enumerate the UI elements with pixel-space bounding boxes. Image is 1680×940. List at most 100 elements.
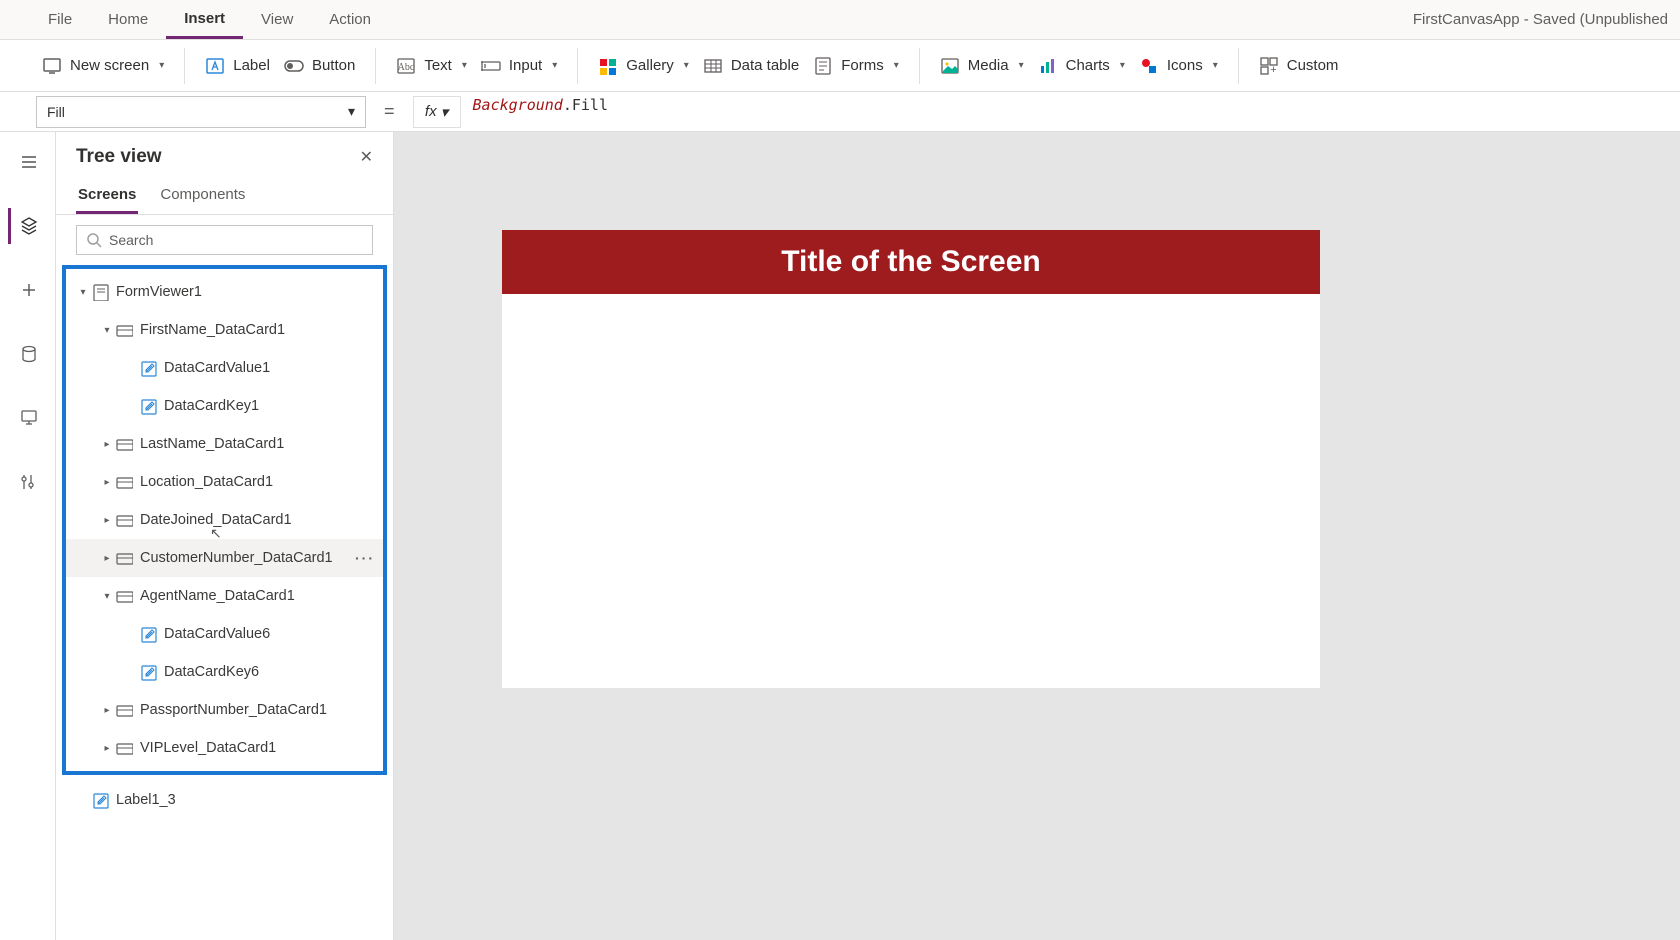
close-icon[interactable]: ✕ xyxy=(360,147,373,167)
fx-label: fx xyxy=(425,103,437,120)
label-button[interactable]: Label xyxy=(205,56,270,76)
rail-tree-view[interactable] xyxy=(8,208,48,244)
tab-components[interactable]: Components xyxy=(158,180,247,214)
tree-body: ▾ FormViewer1 ▾ FirstName_DataCard1 Data… xyxy=(56,265,393,940)
rail-data[interactable] xyxy=(8,336,48,372)
node-label: Location_DataCard1 xyxy=(140,474,273,490)
caret-right-icon: ▸ xyxy=(100,553,114,564)
data-table-icon xyxy=(703,56,723,76)
menu-view[interactable]: View xyxy=(243,0,311,39)
button-text: Button xyxy=(312,57,355,74)
chevron-down-icon: ▾ xyxy=(684,60,689,71)
caret-down-icon: ▾ xyxy=(100,591,114,602)
tree-node-vip-datacard[interactable]: ▸ VIPLevel_DataCard1 xyxy=(66,729,383,767)
tree-node-lastname-datacard[interactable]: ▸ LastName_DataCard1 xyxy=(66,425,383,463)
tree-view-panel: Tree view ✕ Screens Components Search ▾ … xyxy=(56,132,394,940)
menu-insert[interactable]: Insert xyxy=(166,0,243,39)
caret-right-icon: ▸ xyxy=(100,743,114,754)
screen-title-bar[interactable]: Title of the Screen xyxy=(502,230,1320,294)
card-icon xyxy=(114,701,134,719)
tree-node-label1-3[interactable]: Label1_3 xyxy=(58,781,391,819)
input-label: Input xyxy=(509,57,542,74)
forms-button[interactable]: Forms ▾ xyxy=(813,56,899,76)
card-icon xyxy=(114,511,134,529)
tree-node-agentname-datacard[interactable]: ▾ AgentName_DataCard1 xyxy=(66,577,383,615)
chevron-down-icon: ▾ xyxy=(552,60,557,71)
menu-file[interactable]: File xyxy=(30,0,90,39)
form-icon xyxy=(90,283,110,301)
card-icon xyxy=(114,435,134,453)
text-button[interactable]: Text ▾ xyxy=(396,56,467,76)
rail-hamburger[interactable] xyxy=(8,144,48,180)
icons-button[interactable]: Icons ▾ xyxy=(1139,56,1218,76)
edit-icon xyxy=(90,791,110,809)
left-rail xyxy=(0,132,56,940)
tree-node-formviewer1[interactable]: ▾ FormViewer1 xyxy=(66,273,383,311)
tree-node-datacardkey1[interactable]: DataCardKey1 xyxy=(66,387,383,425)
media-button[interactable]: Media ▾ xyxy=(940,56,1024,76)
chevron-down-icon: ▾ xyxy=(159,60,164,71)
tree-node-customernumber-datacard[interactable]: ▸ CustomerNumber_DataCard1 ··· xyxy=(66,539,383,577)
tab-screens[interactable]: Screens xyxy=(76,180,138,214)
caret-right-icon: ▸ xyxy=(100,477,114,488)
tree-node-firstname-datacard[interactable]: ▾ FirstName_DataCard1 xyxy=(66,311,383,349)
node-label: AgentName_DataCard1 xyxy=(140,588,295,604)
tree-node-passport-datacard[interactable]: ▸ PassportNumber_DataCard1 xyxy=(66,691,383,729)
edit-icon xyxy=(138,397,158,415)
search-input[interactable]: Search xyxy=(76,225,373,255)
property-select[interactable]: Fill ▾ xyxy=(36,96,366,128)
edit-icon xyxy=(138,663,158,681)
node-label: DataCardKey1 xyxy=(164,398,259,414)
gallery-icon xyxy=(598,56,618,76)
equals-sign: = xyxy=(366,101,413,122)
highlight-annotation: ▾ FormViewer1 ▾ FirstName_DataCard1 Data… xyxy=(62,265,387,775)
tree-node-datacardkey6[interactable]: DataCardKey6 xyxy=(66,653,383,691)
rail-insert[interactable] xyxy=(8,272,48,308)
property-value: Fill xyxy=(47,104,65,120)
charts-button[interactable]: Charts ▾ xyxy=(1038,56,1125,76)
formula-input[interactable]: Background.Fill xyxy=(461,96,1680,128)
node-label: FormViewer1 xyxy=(116,284,202,300)
custom-button[interactable]: Custom xyxy=(1259,56,1339,76)
forms-label: Forms xyxy=(841,57,884,74)
gallery-button[interactable]: Gallery ▾ xyxy=(598,56,689,76)
node-label: DataCardKey6 xyxy=(164,664,259,680)
caret-right-icon: ▸ xyxy=(100,515,114,526)
input-button[interactable]: Input ▾ xyxy=(481,56,557,76)
rail-media[interactable] xyxy=(8,400,48,436)
charts-icon xyxy=(1038,56,1058,76)
caret-down-icon: ▾ xyxy=(76,287,90,298)
tree-title: Tree view xyxy=(76,146,162,168)
forms-icon xyxy=(813,56,833,76)
custom-icon xyxy=(1259,56,1279,76)
button-button[interactable]: Button xyxy=(284,56,355,76)
tree-node-datacardvalue1[interactable]: DataCardValue1 xyxy=(66,349,383,387)
icons-icon xyxy=(1139,56,1159,76)
screen-surface[interactable]: Title of the Screen xyxy=(502,230,1320,688)
card-icon xyxy=(114,549,134,567)
caret-down-icon: ▾ xyxy=(100,325,114,336)
menu-home[interactable]: Home xyxy=(90,0,166,39)
node-label: LastName_DataCard1 xyxy=(140,436,284,452)
fx-button[interactable]: fx ▾ xyxy=(413,96,461,128)
menu-bar: File Home Insert View Action FirstCanvas… xyxy=(0,0,1680,40)
tree-node-datejoined-datacard[interactable]: ▸ DateJoined_DataCard1 ↖ xyxy=(66,501,383,539)
chevron-down-icon: ▾ xyxy=(441,103,449,121)
tree-node-datacardvalue6[interactable]: DataCardValue6 xyxy=(66,615,383,653)
node-label: PassportNumber_DataCard1 xyxy=(140,702,327,718)
tree-node-location-datacard[interactable]: ▸ Location_DataCard1 xyxy=(66,463,383,501)
gallery-label: Gallery xyxy=(626,57,674,74)
ribbon-divider xyxy=(375,48,376,84)
ribbon-divider xyxy=(1238,48,1239,84)
node-label: DataCardValue1 xyxy=(164,360,270,376)
caret-right-icon: ▸ xyxy=(100,705,114,716)
canvas-area[interactable]: Title of the Screen xyxy=(394,132,1680,940)
edit-icon xyxy=(138,625,158,643)
chevron-down-icon: ▾ xyxy=(1019,60,1024,71)
new-screen-button[interactable]: New screen ▾ xyxy=(42,56,164,76)
custom-label: Custom xyxy=(1287,57,1339,74)
menu-action[interactable]: Action xyxy=(311,0,389,39)
data-table-button[interactable]: Data table xyxy=(703,56,799,76)
rail-advanced[interactable] xyxy=(8,464,48,500)
more-icon[interactable]: ··· xyxy=(355,550,375,566)
